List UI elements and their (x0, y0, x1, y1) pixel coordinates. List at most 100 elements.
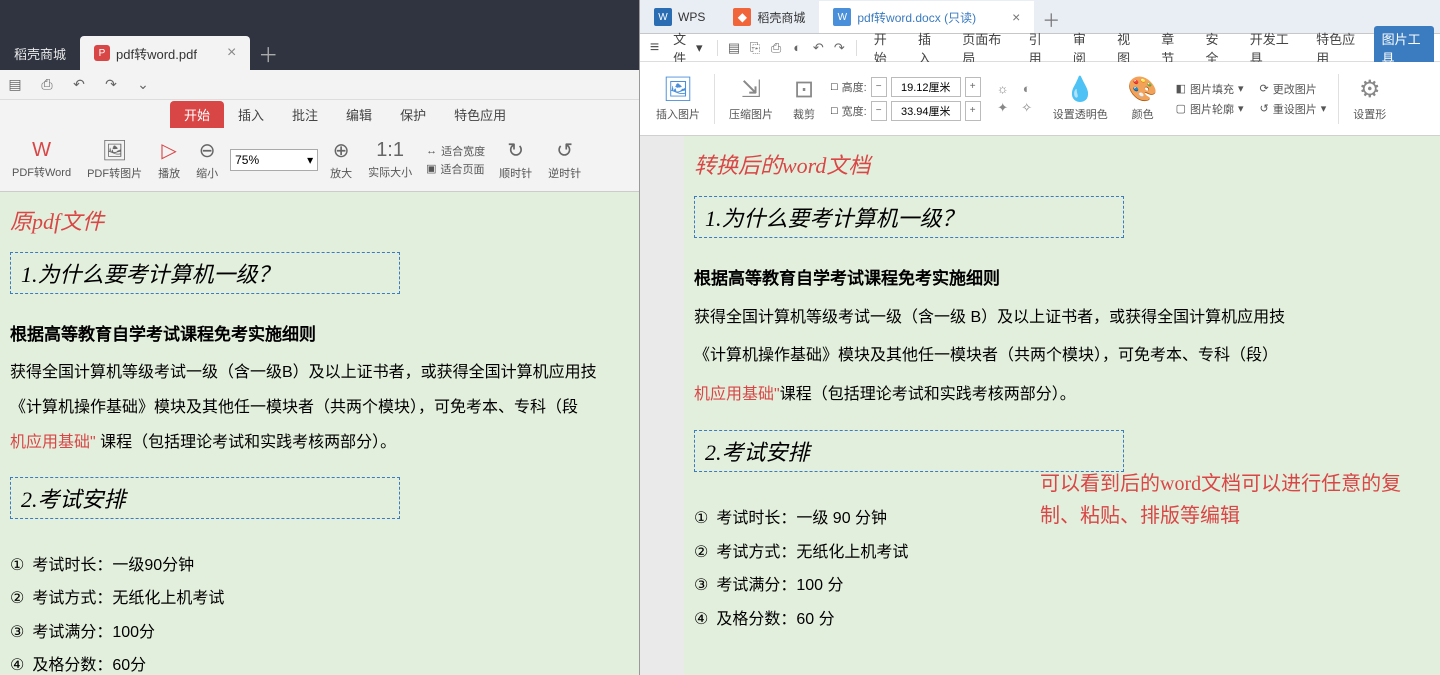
actual-size-button[interactable]: 1:1实际大小 (360, 128, 420, 191)
word-window: WWPS ◆稻壳商城 Wpdf转word.docx (只读)× ＋ ≡ 文件▾ … (640, 0, 1440, 675)
zoom-select[interactable]: 75%▾ (230, 149, 318, 171)
decrement-button[interactable]: − (871, 101, 887, 121)
image-icon: 🖼 (102, 138, 127, 163)
pdf-to-image-button[interactable]: 🖼PDF转图片 (79, 128, 150, 191)
tab-pdf-active[interactable]: P pdf转word.pdf × (80, 36, 250, 70)
menu-ref[interactable]: 引用 (1020, 29, 1060, 67)
height-input[interactable] (891, 77, 961, 97)
save-icon[interactable]: ▤ (725, 40, 742, 56)
separator (717, 40, 718, 56)
outline-button[interactable]: ▢图片轮廓▾ (1176, 101, 1244, 117)
dropdown-icon[interactable]: ⌄ (134, 76, 152, 94)
preview-icon[interactable]: ◐ (789, 40, 806, 55)
chevron-down-icon: ▾ (1238, 82, 1244, 95)
fit-options: ↔适合宽度 ▣适合页面 (420, 143, 491, 177)
menu-special[interactable]: 特色应用 (1307, 29, 1369, 67)
fit-width-icon: ↔ (426, 145, 437, 157)
color-button[interactable]: 🎨颜色 (1118, 75, 1168, 122)
menu-chapter[interactable]: 章节 (1152, 29, 1192, 67)
tab-daoke[interactable]: 稻壳商城 (0, 36, 80, 70)
redo-icon[interactable]: ↷ (831, 40, 848, 56)
hamburger-icon[interactable]: ≡ (646, 39, 663, 57)
effect-icon[interactable]: ✧ (1017, 100, 1037, 116)
contrast-icon[interactable]: ◐ (1017, 81, 1037, 96)
zoom-out-icon: ⊖ (199, 138, 216, 163)
redo-icon[interactable]: ↷ (102, 76, 120, 94)
zoom-out-button[interactable]: ⊖缩小 (188, 128, 226, 191)
ribbon: WPDF转Word 🖼PDF转图片 ▷播放 ⊖缩小 75%▾ ⊕放大 1:1实际… (0, 128, 639, 192)
play-icon: ▷ (161, 138, 176, 163)
tab-daoke[interactable]: ◆稻壳商城 (719, 1, 819, 33)
ribbon-tab-review[interactable]: 批注 (278, 101, 332, 128)
play-button[interactable]: ▷播放 (150, 128, 188, 191)
lock-icon[interactable]: □ (831, 105, 838, 117)
open-icon[interactable]: ⎘ (747, 40, 764, 56)
crop-button[interactable]: ⊡裁剪 (783, 75, 825, 122)
shape-settings-button[interactable]: ⚙设置形 (1343, 75, 1396, 122)
rotate-cw-icon: ↻ (507, 138, 524, 163)
adjust-icons: ☼ ◐ ✦✧ (987, 81, 1043, 116)
menu-dev[interactable]: 开发工具 (1241, 29, 1303, 67)
save-icon[interactable]: ▤ (6, 76, 24, 94)
close-icon[interactable]: × (1012, 9, 1020, 25)
menu-view[interactable]: 视图 (1108, 29, 1148, 67)
increment-button[interactable]: + (965, 101, 981, 121)
brightness-icon[interactable]: ☼ (993, 81, 1013, 96)
ribbon-tab-edit[interactable]: 编辑 (332, 101, 386, 128)
heading-1: 1.为什么要考计算机一级？ (10, 252, 400, 294)
list-item: ③考试满分：100分 (10, 616, 629, 650)
print-icon[interactable]: ⎙ (768, 40, 785, 56)
quick-access-bar: ▤ ⎙ ↶ ↷ ⌄ (0, 70, 639, 100)
zoom-in-button[interactable]: ⊕放大 (322, 128, 360, 191)
print-icon[interactable]: ⎙ (38, 76, 56, 94)
pdf-document-area: 原pdf文件 1.为什么要考计算机一级？ 根据高等教育自学考试课程免考实施细则 … (0, 192, 639, 675)
word-document-area[interactable]: 转换后的word文档 1.为什么要考计算机一级？ 根据高等教育自学考试课程免考实… (684, 136, 1440, 675)
body-text: 获得全国计算机等级考试一级（含一级 B）及以上证书者，或获得全国计算机应用技 《… (694, 299, 1430, 414)
list-item: ②考试方式：无纸化上机考试 (694, 536, 1430, 570)
zoom-in-icon: ⊕ (333, 138, 350, 163)
change-image-button[interactable]: ⟳更改图片 (1260, 81, 1327, 97)
fill-button[interactable]: ◧图片填充▾ (1176, 81, 1244, 97)
increment-button[interactable]: + (965, 77, 981, 97)
menu-start[interactable]: 开始 (865, 29, 905, 67)
fit-page-button[interactable]: ▣适合页面 (426, 161, 485, 177)
compress-image-button[interactable]: ⇲压缩图片 (719, 75, 783, 122)
doc-viewport: 转换后的word文档 1.为什么要考计算机一级？ 根据高等教育自学考试课程免考实… (640, 136, 1440, 675)
list-item: ①考试时长：一级90分钟 (10, 549, 629, 583)
close-icon[interactable]: × (227, 44, 236, 62)
menu-security[interactable]: 安全 (1197, 29, 1237, 67)
dimensions-group: □高度:−+ □宽度:−+ (825, 77, 987, 121)
ribbon-tab-protect[interactable]: 保护 (386, 101, 440, 128)
title-bar (0, 0, 639, 34)
change-reset-group: ⟳更改图片 ↺重设图片▾ (1252, 81, 1335, 117)
ribbon: 🖼插入图片 ⇲压缩图片 ⊡裁剪 □高度:−+ □宽度:−+ ☼◐ ✦✧ 💧设置透… (640, 62, 1440, 136)
ribbon-tab-insert[interactable]: 插入 (224, 101, 278, 128)
file-menu[interactable]: 文件▾ (667, 29, 709, 67)
pdf-window: 稻壳商城 P pdf转word.pdf × ＋ ▤ ⎙ ↶ ↷ ⌄ 开始 插入 … (0, 0, 640, 675)
undo-icon[interactable]: ↶ (70, 76, 88, 94)
list-item: ③考试满分：100 分 (694, 569, 1430, 603)
lock-icon[interactable]: □ (831, 81, 838, 93)
decrement-button[interactable]: − (871, 77, 887, 97)
menu-insert[interactable]: 插入 (909, 29, 949, 67)
insert-image-button[interactable]: 🖼插入图片 (646, 75, 710, 122)
fill-icon: ◧ (1176, 82, 1186, 95)
fit-width-button[interactable]: ↔适合宽度 (426, 143, 485, 159)
fill-outline-group: ◧图片填充▾ ▢图片轮廓▾ (1168, 81, 1252, 117)
rotate-cw-button[interactable]: ↻顺时针 (491, 128, 540, 191)
width-input[interactable] (891, 101, 961, 121)
reset-image-button[interactable]: ↺重设图片▾ (1260, 101, 1327, 117)
ribbon-tab-start[interactable]: 开始 (170, 101, 224, 128)
transparent-button[interactable]: 💧设置透明色 (1043, 75, 1118, 122)
ribbon-tab-special[interactable]: 特色应用 (440, 101, 520, 128)
sharpen-icon[interactable]: ✦ (993, 100, 1013, 116)
undo-icon[interactable]: ↶ (810, 40, 827, 56)
menu-review[interactable]: 审阅 (1064, 29, 1104, 67)
chevron-down-icon: ▾ (307, 153, 313, 167)
menu-layout[interactable]: 页面布局 (953, 29, 1015, 67)
rotate-ccw-button[interactable]: ↺逆时针 (540, 128, 589, 191)
pdf-to-word-button[interactable]: WPDF转Word (4, 128, 79, 191)
add-tab-button[interactable]: ＋ (250, 36, 286, 70)
heading-2: 2.考试安排 (10, 477, 400, 519)
droplet-icon: 💧 (1065, 75, 1095, 104)
